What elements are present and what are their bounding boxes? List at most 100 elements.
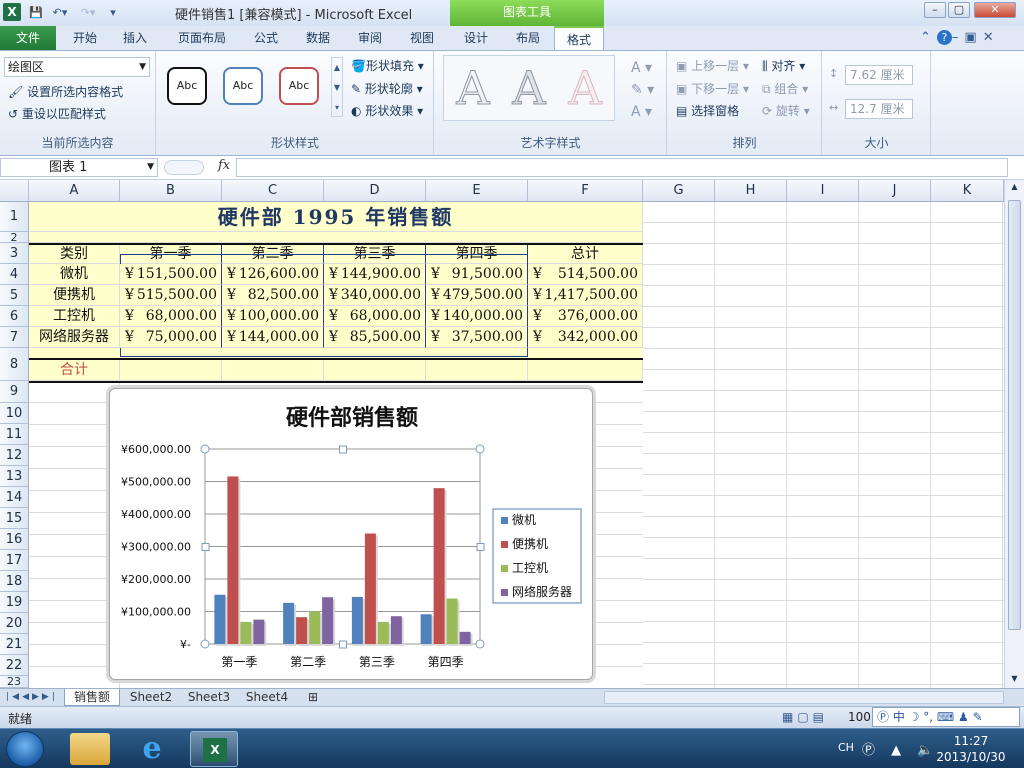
format-selection-button[interactable]: 🖌 设置所选内容格式 [8, 83, 123, 100]
insert-sheet-icon[interactable]: ⊞ [300, 689, 326, 706]
tab-insert[interactable]: 插入 [112, 26, 158, 50]
shape-outline-button[interactable]: ✎ 形状轮廓 ▾ [351, 80, 423, 97]
value-cell[interactable]: ¥37,500.00 [426, 327, 528, 348]
maximize-button[interactable]: ▢ [948, 2, 970, 18]
close-button[interactable]: ✕ [974, 2, 1016, 18]
sheet-tab-sales[interactable]: 销售额 [64, 689, 120, 706]
value-cell[interactable]: ¥479,500.00 [426, 285, 528, 306]
column-header[interactable]: F [528, 180, 643, 202]
value-cell[interactable]: ¥515,500.00 [120, 285, 222, 306]
column-header[interactable]: K [931, 180, 1004, 202]
ime-toolbar[interactable]: Ⓟ 中 ☽ °, ⌨ ♟ ✎ [872, 707, 1020, 727]
tab-data[interactable]: 数据 [296, 26, 340, 50]
value-cell[interactable]: ¥144,900.00 [324, 264, 426, 285]
resize-handle[interactable] [476, 543, 485, 551]
chart-element-dropdown[interactable]: 绘图区 ▼ [4, 57, 150, 77]
tab-review[interactable]: 审阅 [348, 26, 392, 50]
excel-logo-icon[interactable]: X [3, 3, 21, 21]
value-cell[interactable]: ¥151,500.00 [120, 264, 222, 285]
column-header[interactable]: J [859, 180, 931, 202]
reset-style-button[interactable]: ↺ 重设以匹配样式 [8, 105, 106, 122]
resize-handle[interactable] [475, 444, 485, 454]
cell[interactable] [426, 360, 528, 381]
column-header[interactable]: H [715, 180, 787, 202]
height-input[interactable]: 7.62 厘米 [845, 65, 913, 85]
header-cell[interactable]: 第一季 [120, 245, 222, 264]
clock[interactable]: 11:27 2013/10/30 [930, 733, 1012, 765]
value-cell[interactable]: ¥75,000.00 [120, 327, 222, 348]
row-header[interactable]: 6 [0, 306, 29, 327]
shape-fill-button[interactable]: 🪣形状填充 ▾ [351, 57, 424, 74]
tab-home[interactable]: 开始 [62, 26, 108, 50]
sheet-tab-2[interactable]: Sheet2 [124, 689, 178, 706]
row-header[interactable]: 21 [0, 634, 29, 655]
minimize-button[interactable]: – [924, 2, 946, 18]
value-cell[interactable]: ¥82,500.00 [222, 285, 324, 306]
header-cell[interactable]: 第三季 [324, 245, 426, 264]
value-cell[interactable]: ¥85,500.00 [324, 327, 426, 348]
value-cell[interactable]: ¥126,600.00 [222, 264, 324, 285]
row-header[interactable]: 16 [0, 529, 29, 550]
bar-2-2[interactable] [377, 621, 389, 644]
shape-style-sample-2[interactable]: Abc [223, 67, 263, 105]
cell[interactable] [324, 360, 426, 381]
column-header[interactable]: E [426, 180, 528, 202]
row-header[interactable]: 20 [0, 613, 29, 634]
row-header[interactable]: 12 [0, 445, 29, 466]
formula-bar-toggle[interactable] [164, 160, 204, 175]
start-button-icon[interactable] [6, 731, 44, 767]
value-cell[interactable]: ¥1,417,500.00 [528, 285, 643, 306]
selection-pane-button[interactable]: ▤ 选择窗格 [676, 102, 739, 119]
value-cell[interactable]: ¥140,000.00 [426, 306, 528, 327]
row-header[interactable]: 23 [0, 676, 29, 688]
sum-label-cell[interactable]: 合计 [29, 360, 120, 381]
resize-handle[interactable] [339, 445, 347, 454]
bar-0-0[interactable] [214, 594, 226, 644]
formula-input[interactable] [236, 158, 1008, 177]
value-cell[interactable]: ¥340,000.00 [324, 285, 426, 306]
column-header[interactable]: G [643, 180, 715, 202]
cell[interactable] [222, 360, 324, 381]
value-cell[interactable]: ¥68,000.00 [324, 306, 426, 327]
header-cell[interactable]: 总计 [528, 245, 643, 264]
resize-handle[interactable] [200, 444, 210, 454]
bar-2-0[interactable] [240, 621, 252, 644]
row-header[interactable]: 10 [0, 403, 29, 424]
row-header[interactable]: 5 [0, 285, 29, 306]
text-fill-outline-icons[interactable]: A ▾ ✎ ▾ A ▾ [631, 57, 654, 123]
row-header[interactable]: 1 [0, 202, 29, 232]
sheet-tab-4[interactable]: Sheet4 [240, 689, 294, 706]
row-header[interactable]: 19 [0, 592, 29, 613]
value-cell[interactable]: ¥91,500.00 [426, 264, 528, 285]
select-all-corner[interactable] [0, 180, 29, 202]
save-icon[interactable]: 💾 [28, 4, 44, 21]
tab-design[interactable]: 设计 [454, 26, 498, 50]
wordart-sample-2[interactable]: A [503, 61, 555, 116]
category-cell[interactable]: 微机 [29, 264, 120, 285]
shape-effects-button[interactable]: ◐ 形状效果 ▾ [351, 102, 423, 119]
cell[interactable] [29, 232, 643, 243]
vertical-scrollbar[interactable]: ▲ ▼ [1004, 180, 1024, 688]
sheet-nav-icons[interactable]: |◀◀▶▶| [4, 689, 60, 706]
row-header[interactable]: 3 [0, 243, 29, 264]
sheet-title[interactable]: 硬件部 1995 年销售额 [29, 202, 643, 232]
row-header[interactable]: 14 [0, 487, 29, 508]
value-cell[interactable]: ¥376,000.00 [528, 306, 643, 327]
column-header[interactable]: I [787, 180, 859, 202]
bar-3-0[interactable] [253, 619, 265, 644]
bring-forward-button[interactable]: ▣ 上移一层 ▾ [676, 57, 749, 74]
tab-format[interactable]: 格式 [554, 26, 604, 50]
column-header[interactable]: A [29, 180, 120, 202]
scroll-down-icon[interactable]: ▼ [1008, 674, 1021, 684]
bar-3-1[interactable] [322, 597, 334, 644]
redo-icon[interactable]: ↷▾ [76, 4, 100, 21]
header-cell[interactable]: 类别 [29, 245, 120, 264]
bar-1-3[interactable] [433, 488, 445, 644]
bar-3-3[interactable] [459, 631, 471, 644]
column-header[interactable]: D [324, 180, 426, 202]
width-input[interactable]: 12.7 厘米 [845, 99, 913, 119]
align-button[interactable]: ⫼ 对齐 ▾ [762, 57, 805, 74]
customize-quick-access-icon[interactable]: ▾ [106, 4, 120, 21]
internet-explorer-icon[interactable]: e [132, 731, 172, 767]
send-backward-button[interactable]: ▣ 下移一层 ▾ [676, 80, 749, 97]
